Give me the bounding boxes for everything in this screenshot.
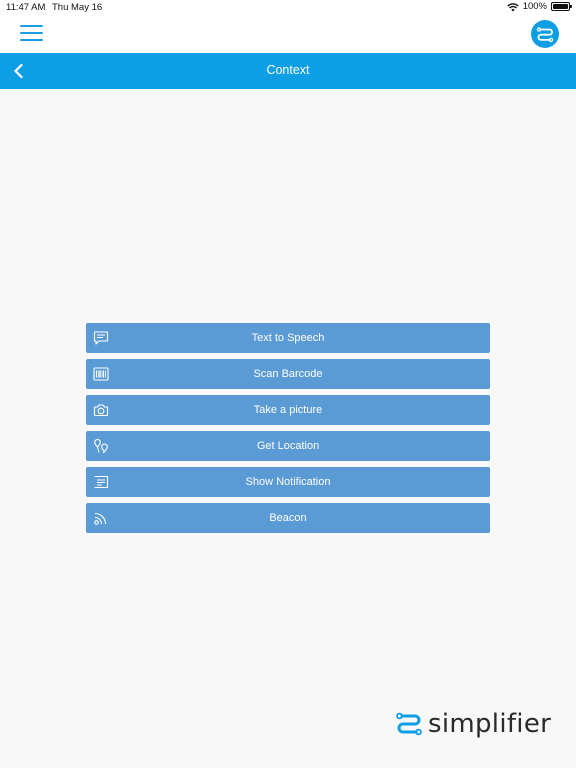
action-label: Show Notification xyxy=(245,476,331,488)
beacon-button[interactable]: Beacon xyxy=(86,503,490,533)
camera-icon xyxy=(93,404,109,417)
action-label: Beacon xyxy=(269,512,307,524)
page-title: Context xyxy=(266,63,310,77)
brand-name: simplifier xyxy=(428,709,552,739)
status-bar: 11:47 AM Thu May 16 100% xyxy=(0,0,576,16)
take-picture-button[interactable]: Take a picture xyxy=(86,395,490,425)
scan-barcode-button[interactable]: Scan Barcode xyxy=(86,359,490,389)
battery-percent: 100% xyxy=(522,1,547,12)
location-icon xyxy=(94,438,108,454)
get-location-button[interactable]: Get Location xyxy=(86,431,490,461)
status-date: Thu May 16 xyxy=(52,2,103,13)
hamburger-menu-icon[interactable] xyxy=(20,25,43,43)
navigation-bar: Context xyxy=(0,53,576,89)
battery-icon xyxy=(551,2,572,11)
barcode-icon xyxy=(93,367,109,381)
beacon-icon xyxy=(94,512,107,525)
action-label: Take a picture xyxy=(253,404,323,416)
action-label: Text to Speech xyxy=(251,332,325,344)
notification-icon xyxy=(94,475,109,489)
text-to-speech-button[interactable]: Text to Speech xyxy=(86,323,490,353)
speech-bubble-icon xyxy=(93,331,109,345)
app-header xyxy=(0,16,576,53)
action-list: Text to Speech Scan Barcode Take a pictu… xyxy=(86,323,490,539)
show-notification-button[interactable]: Show Notification xyxy=(86,467,490,497)
wifi-icon xyxy=(506,2,519,11)
simplifier-mark-icon xyxy=(396,712,422,736)
action-label: Get Location xyxy=(256,440,320,452)
simplifier-brand-logo: simplifier xyxy=(394,708,551,740)
status-time: 11:47 AM xyxy=(6,2,46,13)
simplifier-logo-icon[interactable] xyxy=(531,20,559,48)
status-indicators: 100% xyxy=(506,1,572,12)
action-label: Scan Barcode xyxy=(253,368,323,380)
